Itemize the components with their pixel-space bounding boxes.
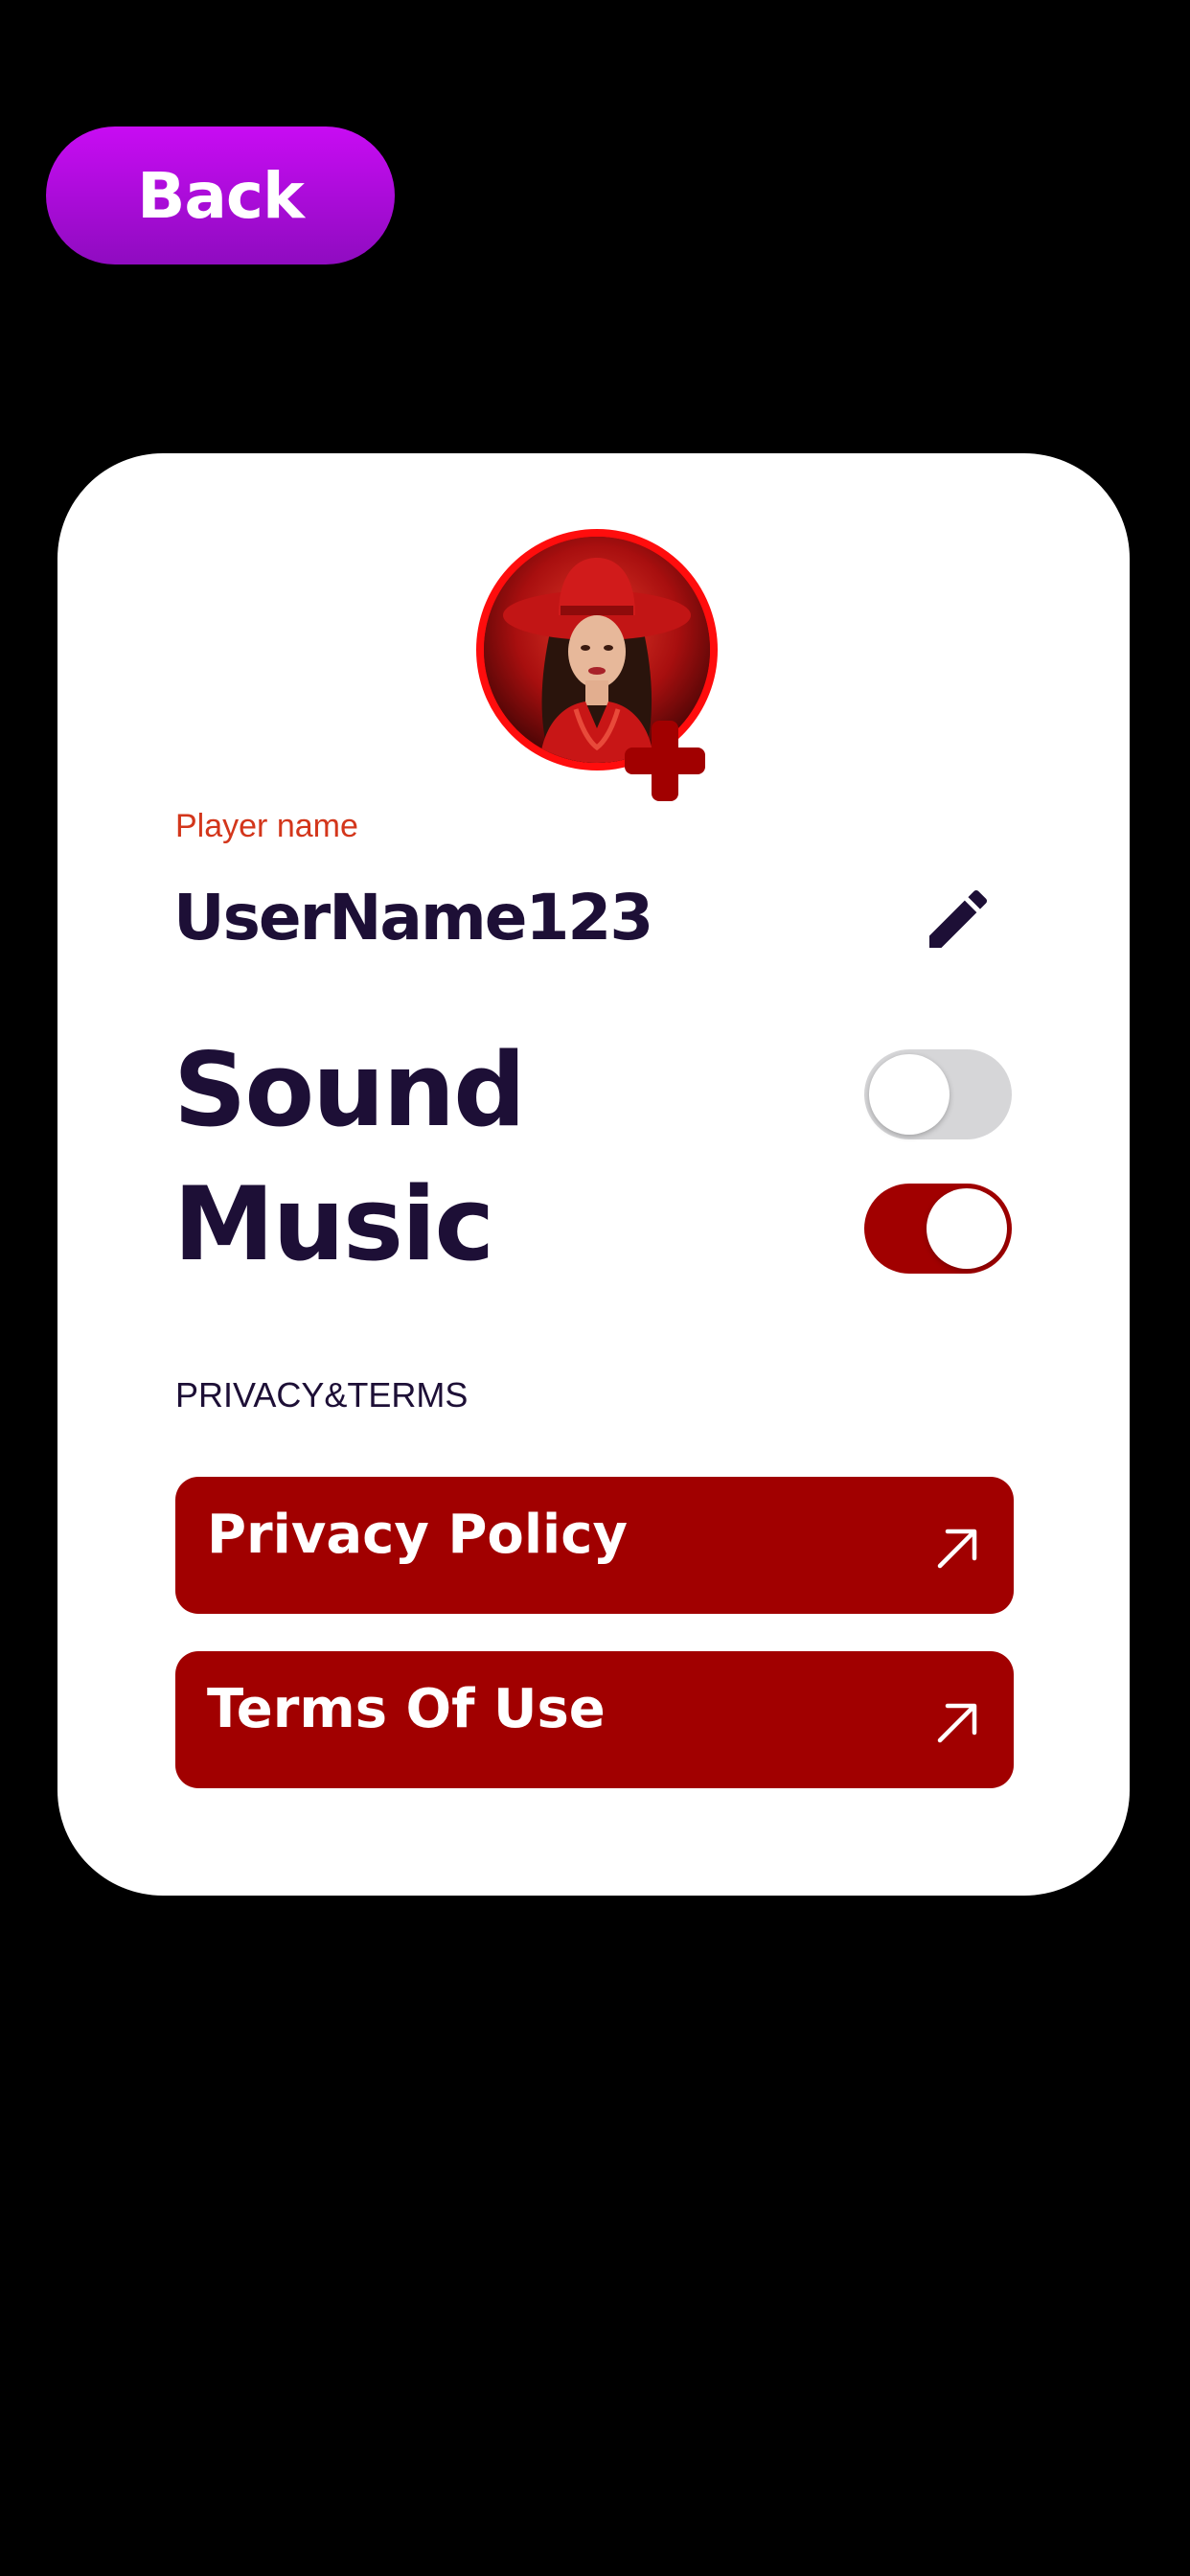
edit-name-button[interactable] [920,881,996,957]
settings-card: Player name UserName123 Sound Music PRIV… [57,453,1130,1896]
privacy-terms-heading: PRIVACY&TERMS [175,1375,469,1414]
arrow-up-right-icon [937,1529,977,1569]
sound-toggle-knob [869,1054,950,1135]
player-name-label: Player name [175,808,358,844]
username: UserName123 [173,881,653,954]
back-button[interactable]: Back [46,126,395,264]
privacy-policy-button[interactable]: Privacy Policy [175,1477,1014,1614]
sound-label: Sound [173,1031,526,1149]
sound-toggle[interactable] [864,1049,1012,1139]
back-button-label: Back [137,158,305,233]
privacy-policy-label: Privacy Policy [207,1504,628,1566]
music-toggle-knob [927,1188,1007,1269]
music-label: Music [173,1165,494,1283]
avatar-button[interactable] [476,529,727,801]
add-icon [625,721,705,801]
terms-of-use-button[interactable]: Terms Of Use [175,1651,1014,1788]
music-toggle[interactable] [864,1184,1012,1274]
arrow-up-right-icon [937,1703,977,1743]
terms-of-use-label: Terms Of Use [207,1678,606,1740]
pencil-icon [929,889,988,948]
